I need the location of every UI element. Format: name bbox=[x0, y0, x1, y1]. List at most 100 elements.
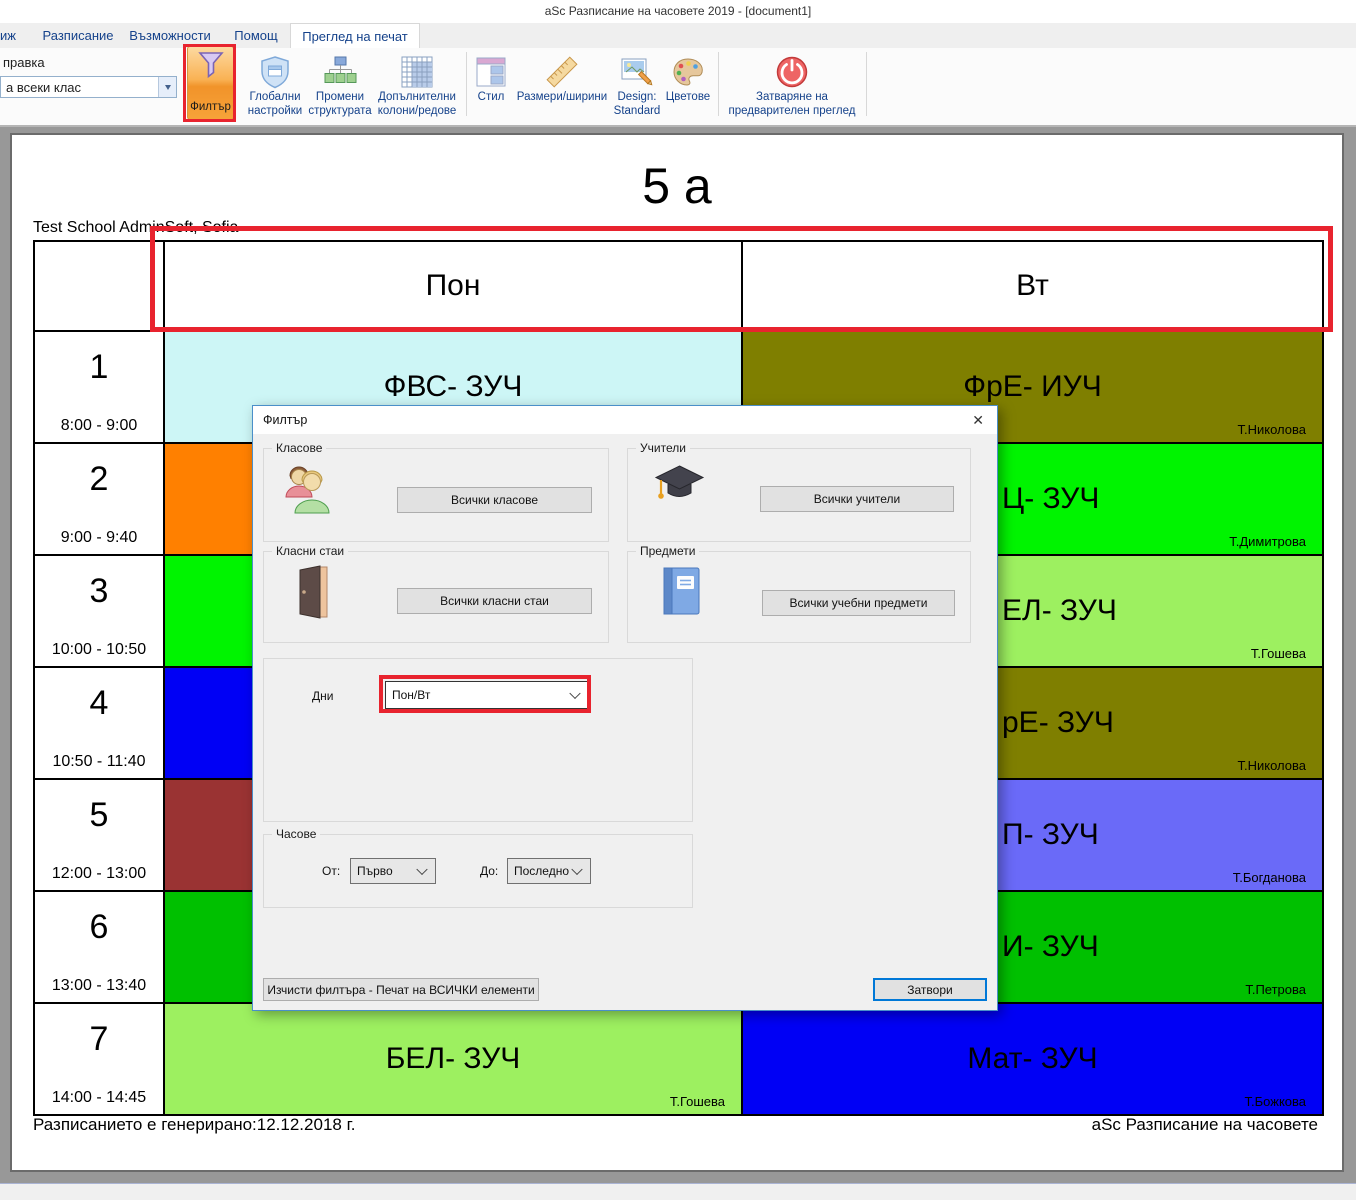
chevron-down-icon bbox=[571, 864, 582, 875]
group-teachers: Учители Всички учители bbox=[627, 448, 971, 542]
period-number: 1 bbox=[35, 348, 163, 387]
day-header-tue: Вт bbox=[742, 241, 1323, 331]
ribbon-left-label: правка bbox=[3, 55, 45, 70]
grid-icon bbox=[401, 53, 433, 90]
days-label: Дни bbox=[312, 689, 333, 703]
filter-button[interactable]: Филтър bbox=[187, 46, 234, 120]
period-number: 6 bbox=[35, 908, 163, 947]
teacher-label: Т.Димитрова bbox=[1229, 534, 1306, 549]
colors-button[interactable]: Цветове bbox=[663, 48, 713, 124]
period-cell-5: 5 12:00 - 13:00 bbox=[34, 779, 164, 891]
filter-dialog: Филтър ✕ Класове Всички класове Учители bbox=[252, 405, 998, 1011]
period-number: 4 bbox=[35, 684, 163, 723]
all-rooms-button[interactable]: Всички класни стаи bbox=[397, 588, 592, 614]
all-classes-button[interactable]: Всички класове bbox=[397, 487, 592, 513]
period-cell-7: 7 14:00 - 14:45 bbox=[34, 1003, 164, 1115]
corner-cell bbox=[34, 241, 164, 331]
tab-partial[interactable]: иж bbox=[0, 23, 22, 48]
extra-columns-rows-button[interactable]: Допълнителни колони/редове bbox=[372, 48, 462, 124]
day-header-mon: Пон bbox=[164, 241, 742, 331]
dialog-title: Филтър bbox=[253, 406, 997, 434]
school-name: Test School AdminSoft, Sofia bbox=[33, 219, 238, 237]
chevron-down-icon bbox=[416, 864, 427, 875]
design-label: Design: Standard bbox=[612, 91, 662, 118]
period-time: 10:50 - 11:40 bbox=[35, 753, 163, 771]
to-combobox-value: Последно bbox=[514, 864, 569, 878]
teacher-label: Т.Божкова bbox=[1245, 1094, 1306, 1109]
group-classes: Класове Всички класове bbox=[263, 448, 609, 542]
design-picture-icon bbox=[621, 53, 653, 90]
to-combobox[interactable]: Последно bbox=[507, 858, 591, 884]
sizes-widths-label: Размери/ширини bbox=[517, 91, 607, 105]
change-structure-button[interactable]: Промени структурата bbox=[309, 48, 371, 124]
period-number: 5 bbox=[35, 796, 163, 835]
period-time: 8:00 - 9:00 bbox=[35, 417, 163, 435]
sizes-widths-button[interactable]: Размери/ширини bbox=[512, 48, 612, 124]
period-time: 10:00 - 10:50 bbox=[35, 641, 163, 659]
days-combobox-value: Пон/Вт bbox=[392, 688, 430, 702]
subject-label: Мат- ЗУЧ bbox=[743, 1004, 1322, 1114]
power-icon bbox=[775, 53, 809, 90]
ribbon-separator bbox=[866, 52, 867, 116]
period-cell-3: 3 10:00 - 10:50 bbox=[34, 555, 164, 667]
tab-schedule[interactable]: Разписание bbox=[36, 23, 120, 48]
from-combobox-value: Първо bbox=[357, 864, 393, 878]
group-classes-label: Класове bbox=[272, 441, 326, 455]
app-footer-label: aSc Разписание на часовете bbox=[1092, 1115, 1318, 1135]
close-preview-button[interactable]: Затваряне на предварителен преглед bbox=[722, 48, 862, 124]
style-button[interactable]: Стил bbox=[471, 48, 511, 124]
teacher-label: Т.Николова bbox=[1238, 758, 1307, 773]
period-time: 14:00 - 14:45 bbox=[35, 1089, 163, 1107]
group-subjects-label: Предмети bbox=[636, 544, 699, 558]
teacher-label: Т.Петрова bbox=[1245, 982, 1306, 997]
group-subjects: Предмети Всички учебни предмети bbox=[627, 551, 971, 643]
to-label: До: bbox=[480, 864, 498, 878]
period-number: 7 bbox=[35, 1020, 163, 1059]
class-selector-value: а всеки клас bbox=[1, 80, 158, 95]
all-subjects-button[interactable]: Всички учебни предмети bbox=[762, 590, 955, 616]
window-style-icon bbox=[476, 53, 506, 90]
from-combobox[interactable]: Първо bbox=[350, 858, 436, 884]
ribbon-separator bbox=[718, 52, 719, 116]
funnel-icon bbox=[196, 47, 226, 84]
students-icon bbox=[282, 463, 336, 520]
all-teachers-button[interactable]: Всички учители bbox=[760, 486, 954, 512]
extra-columns-rows-label: Допълнителни колони/редове bbox=[372, 91, 462, 118]
period-time: 9:00 - 9:40 bbox=[35, 529, 163, 547]
clear-filter-button[interactable]: Изчисти филтъра - Печат на ВСИЧКИ елемен… bbox=[263, 978, 539, 1001]
tab-help[interactable]: Помощ bbox=[224, 23, 288, 48]
tab-options[interactable]: Възможности bbox=[122, 23, 218, 48]
from-label: От: bbox=[322, 864, 340, 878]
subject-label: БЕЛ- ЗУЧ bbox=[165, 1004, 741, 1114]
tab-print-preview[interactable]: Преглед на печат bbox=[290, 23, 420, 49]
teacher-label: Т.Богданова bbox=[1233, 870, 1306, 885]
class-title: 5 a bbox=[12, 157, 1342, 215]
colors-label: Цветове bbox=[666, 91, 710, 105]
style-label: Стил bbox=[478, 91, 505, 105]
lesson-cell-mon-7: БЕЛ- ЗУЧ Т.Гошева bbox=[164, 1003, 742, 1115]
group-hours: Часове От: Първо До: Последно bbox=[263, 834, 693, 908]
dropdown-arrow-icon[interactable] bbox=[158, 77, 176, 97]
lesson-cell-tue-7: Мат- ЗУЧ Т.Божкова bbox=[742, 1003, 1323, 1115]
group-rooms-label: Класни стаи bbox=[272, 544, 348, 558]
days-combobox[interactable]: Пон/Вт bbox=[385, 681, 589, 709]
design-button[interactable]: Design: Standard bbox=[612, 48, 662, 124]
teacher-label: Т.Николова bbox=[1238, 422, 1307, 437]
global-settings-label: Глобални настройки bbox=[242, 91, 308, 118]
close-dialog-button[interactable]: Затвори bbox=[873, 978, 987, 1001]
class-selector-combobox[interactable]: а всеки клас bbox=[0, 76, 177, 98]
title-bar: aSc Разписание на часовете 2019 - [docum… bbox=[0, 0, 1356, 23]
close-icon[interactable]: ✕ bbox=[972, 410, 984, 430]
global-settings-button[interactable]: Глобални настройки bbox=[242, 48, 308, 124]
graduation-cap-icon bbox=[650, 461, 708, 518]
close-preview-label: Затваряне на предварителен преглед bbox=[722, 91, 862, 118]
ribbon-tab-strip: иж Разписание Възможности Помощ Преглед … bbox=[0, 23, 1356, 48]
period-cell-6: 6 13:00 - 13:40 bbox=[34, 891, 164, 1003]
dialog-title-bar[interactable]: Филтър ✕ bbox=[253, 406, 997, 434]
teacher-label: Т.Гошева bbox=[1251, 646, 1306, 661]
group-hours-label: Часове bbox=[272, 827, 320, 841]
change-structure-label: Промени структурата bbox=[308, 91, 371, 118]
period-cell-2: 2 9:00 - 9:40 bbox=[34, 443, 164, 555]
window-title: aSc Разписание на часовете 2019 - [docum… bbox=[0, 0, 1356, 23]
ruler-icon bbox=[544, 53, 580, 90]
